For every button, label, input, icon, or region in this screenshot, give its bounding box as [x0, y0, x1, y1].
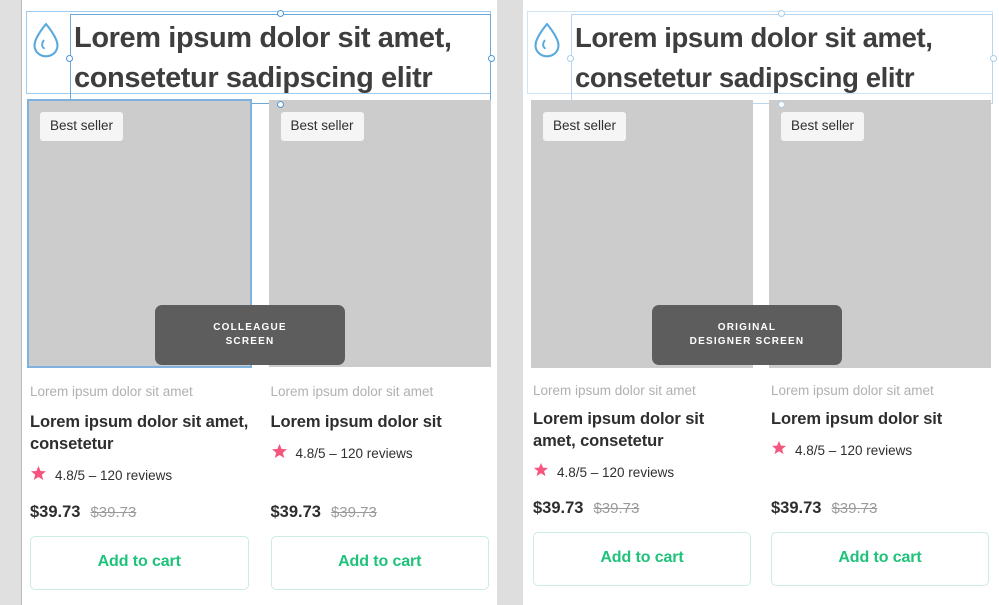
brand-logo[interactable] [523, 10, 571, 59]
rating-text: 4.8/5 – 120 reviews [295, 446, 413, 461]
product-card[interactable]: Best seller Lorem ipsum dolor sit amet L… [769, 100, 991, 586]
water-droplet-icon [532, 21, 562, 59]
status-badge: Best seller [543, 112, 627, 141]
site-header: Lorem ipsum dolor sit amet, consetetur s… [523, 0, 999, 108]
price-original: $39.73 [330, 504, 377, 521]
price-row: $39.73 $39.73 [771, 499, 989, 518]
status-badge: Best seller [781, 112, 865, 141]
star-icon [533, 462, 549, 483]
product-eyebrow: Lorem ipsum dolor sit amet [270, 384, 434, 399]
header-title-box[interactable]: Lorem ipsum dolor sit amet, consetetur s… [66, 10, 495, 108]
add-to-cart-button[interactable]: Add to cart [270, 536, 489, 590]
price-current: $39.73 [533, 499, 584, 517]
product-image[interactable]: Best seller [27, 99, 252, 368]
resize-handle-bottom[interactable] [778, 101, 785, 108]
layout-spacer [771, 461, 989, 483]
rating-text: 4.8/5 – 120 reviews [795, 442, 913, 458]
panel-colleague-screen: Lorem ipsum dolor sit amet, consetetur s… [22, 0, 497, 605]
product-eyebrow: Lorem ipsum dolor sit amet [30, 384, 193, 399]
add-to-cart-button[interactable]: Add to cart [771, 532, 989, 586]
product-image[interactable]: Best seller [268, 100, 491, 367]
star-icon [30, 465, 47, 487]
add-to-cart-button[interactable]: Add to cart [30, 536, 249, 590]
rating-text: 4.8/5 – 120 reviews [557, 464, 675, 480]
layout-spacer [271, 465, 490, 487]
product-name: Lorem ipsum dolor sit [771, 410, 943, 428]
product-name: Lorem ipsum dolor sit [270, 413, 442, 431]
price-original: $39.73 [831, 500, 878, 517]
product-rating: 4.8/5 – 120 reviews [533, 462, 751, 483]
product-image[interactable]: Best seller [531, 100, 753, 368]
product-image[interactable]: Best seller [769, 100, 991, 368]
resize-handle-right[interactable] [488, 55, 495, 62]
product-eyebrow: Lorem ipsum dolor sit amet [533, 383, 696, 398]
product-grid: Best seller Lorem ipsum dolor sit amet L… [22, 99, 497, 590]
water-droplet-icon [31, 21, 61, 59]
product-name: Lorem ipsum dolor sit amet, consetetur [533, 410, 705, 450]
star-icon [271, 443, 288, 465]
panel-original-designer-screen: Lorem ipsum dolor sit amet, consetetur s… [523, 0, 999, 605]
price-row: $39.73 $39.73 [30, 503, 249, 522]
resize-handle-top[interactable] [276, 10, 284, 17]
status-badge: Best seller [280, 112, 364, 141]
resize-handle-bottom[interactable] [276, 101, 284, 108]
header-title-box[interactable]: Lorem ipsum dolor sit amet, consetetur s… [567, 10, 997, 108]
product-rating: 4.8/5 – 120 reviews [30, 465, 249, 487]
price-current: $39.73 [30, 503, 81, 521]
product-card[interactable]: Best seller Lorem ipsum dolor sit amet L… [268, 100, 492, 590]
resize-handle-left[interactable] [66, 55, 73, 62]
product-card[interactable]: Best seller Lorem ipsum dolor sit amet L… [531, 100, 753, 586]
rating-text: 4.8/5 – 120 reviews [55, 468, 173, 483]
product-meta: Lorem ipsum dolor sit amet Lorem ipsum d… [531, 382, 753, 586]
product-rating: 4.8/5 – 120 reviews [271, 443, 490, 465]
brand-logo[interactable] [22, 10, 70, 59]
add-to-cart-button[interactable]: Add to cart [533, 532, 751, 586]
price-current: $39.73 [771, 499, 822, 517]
price-row: $39.73 $39.73 [533, 499, 751, 518]
product-card[interactable]: Best seller Lorem ipsum dolor sit amet L… [27, 99, 252, 590]
product-name: Lorem ipsum dolor sit amet, consetetur [30, 413, 249, 453]
product-eyebrow: Lorem ipsum dolor sit amet [771, 383, 934, 398]
product-meta: Lorem ipsum dolor sit amet Lorem ipsum d… [769, 382, 991, 586]
price-current: $39.73 [270, 503, 321, 521]
page-title: Lorem ipsum dolor sit amet, consetetur s… [575, 22, 933, 93]
page-title: Lorem ipsum dolor sit amet, consetetur s… [74, 22, 452, 94]
star-icon [771, 440, 787, 461]
resize-handle-top[interactable] [778, 10, 785, 17]
product-rating: 4.8/5 – 120 reviews [771, 440, 989, 461]
price-original: $39.73 [593, 500, 640, 517]
left-edge-strip [0, 0, 22, 605]
product-meta: Lorem ipsum dolor sit amet Lorem ipsum d… [269, 383, 492, 590]
price-row: $39.73 $39.73 [271, 503, 490, 522]
price-original: $39.73 [90, 504, 137, 521]
resize-handle-left[interactable] [567, 55, 574, 62]
comparison-stage: Lorem ipsum dolor sit amet, consetetur s… [0, 0, 999, 605]
site-header: Lorem ipsum dolor sit amet, consetetur s… [22, 0, 497, 108]
status-badge: Best seller [40, 112, 124, 141]
resize-handle-right[interactable] [990, 55, 997, 62]
product-meta: Lorem ipsum dolor sit amet Lorem ipsum d… [28, 383, 251, 590]
product-grid: Best seller Lorem ipsum dolor sit amet L… [523, 100, 999, 586]
panel-divider [497, 0, 523, 605]
